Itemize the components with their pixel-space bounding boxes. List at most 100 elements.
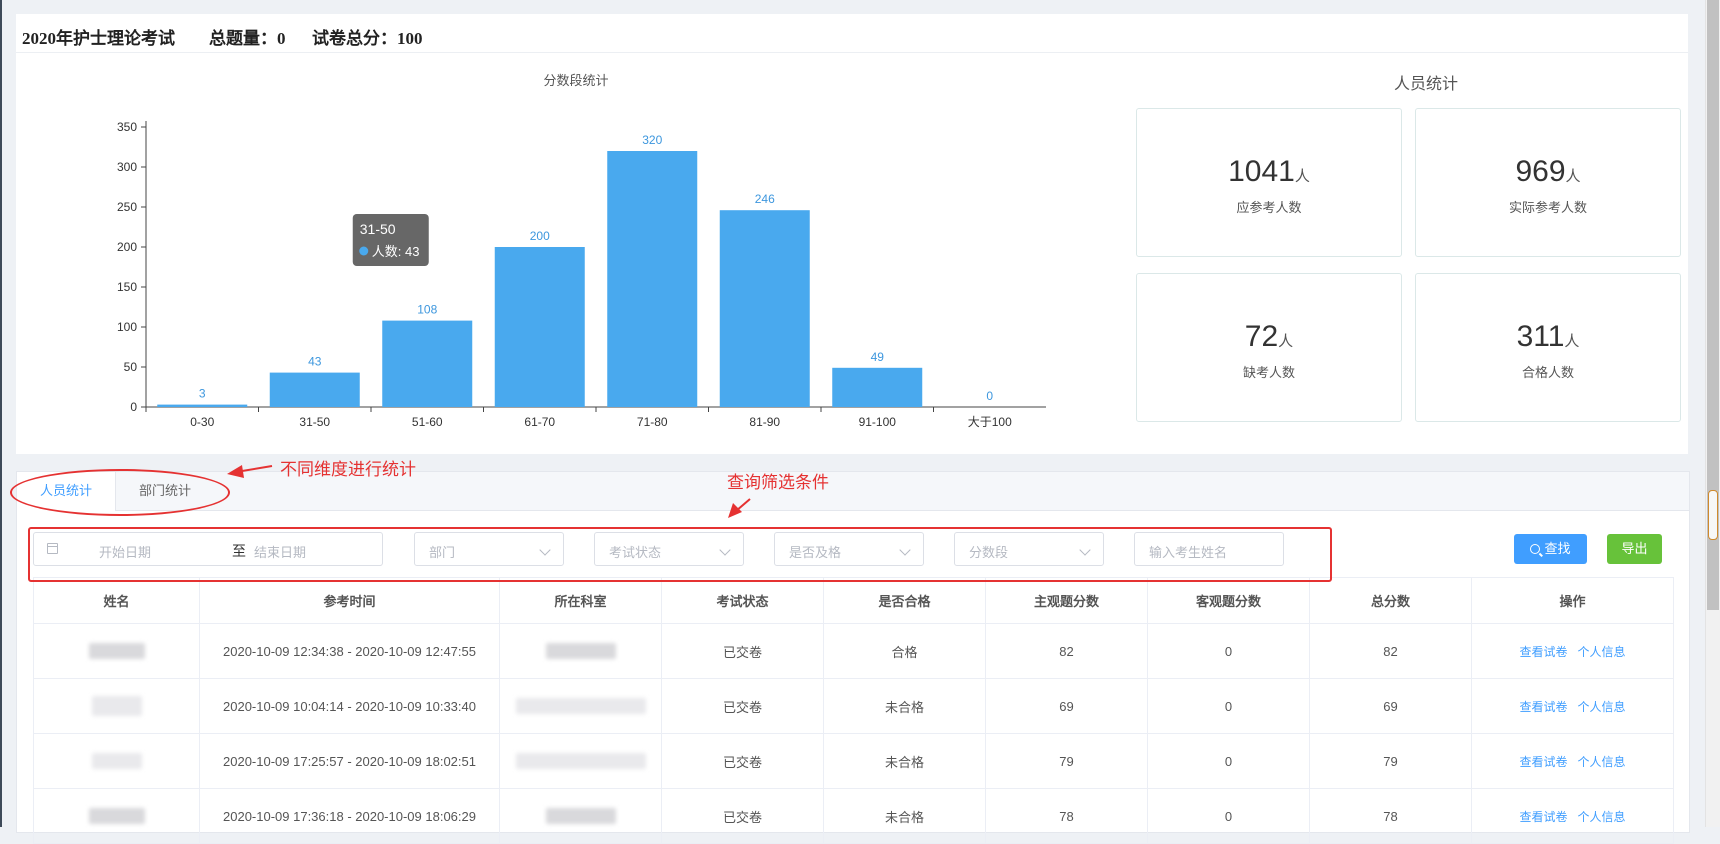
x-tick-label: 81-90 [749,415,780,429]
objective-score-cell: 0 [1147,733,1310,789]
window-left-edge [0,0,2,827]
total-questions: 总题量：0 [209,29,286,48]
redacted-name [91,753,142,770]
column-header: 操作 [1471,577,1674,624]
bar-value-label: 246 [755,192,775,206]
table-row: 2020-10-09 17:25:57 - 2020-10-09 18:02:5… [33,733,1674,789]
y-tick-label: 350 [117,120,137,134]
search-button[interactable]: 查找 [1514,534,1587,564]
pass-cell: 未合格 [823,788,986,844]
time-cell: 2020-10-09 12:34:38 - 2020-10-09 12:47:5… [199,623,500,679]
stat-label: 缺考人数 [1242,365,1295,380]
view-paper-link[interactable]: 查看试卷 [1519,810,1567,824]
name-cell [33,788,200,844]
subjective-score-cell: 69 [985,678,1148,734]
scrollbar-grip-icon[interactable] [1708,490,1718,540]
export-button[interactable]: 导出 [1607,534,1662,564]
bar [719,210,810,407]
y-tick-label: 200 [117,240,137,254]
annotation-filter-note: 查询筛选条件 [727,473,829,492]
objective-score-cell: 0 [1147,623,1310,679]
stat-card-absent: 72人 缺考人数 [1136,273,1402,422]
column-header: 客观题分数 [1147,577,1310,624]
stat-value: 311 [1516,320,1565,353]
bar [494,247,585,407]
tooltip-category: 31-50 [360,221,396,237]
personal-info-link[interactable]: 个人信息 [1578,755,1626,769]
x-tick-label: 0-30 [190,415,214,429]
column-header: 考试状态 [661,577,824,624]
actions-cell: 查看试卷 个人信息 [1471,623,1674,679]
y-tick-label: 150 [117,280,137,294]
department-cell [499,623,662,679]
redacted-name [91,696,142,716]
stat-card-expected: 1041人 应参考人数 [1136,108,1402,257]
pass-cell: 合格 [823,623,986,679]
tooltip-value: 人数: 43 [372,244,420,259]
actions-cell: 查看试卷 个人信息 [1471,678,1674,734]
bar [157,404,248,407]
column-header: 所在科室 [499,577,662,624]
personal-info-link[interactable]: 个人信息 [1578,645,1626,659]
personal-info-link[interactable]: 个人信息 [1578,810,1626,824]
x-tick-label: 91-100 [859,415,897,429]
total-score-cell: 69 [1309,678,1472,734]
detail-panel: 人员统计 部门统计 开始日期 至 结束日期 部门 考试状态 是否及格 分数段 输… [16,471,1690,844]
objective-score-cell: 0 [1147,678,1310,734]
view-paper-link[interactable]: 查看试卷 [1519,755,1567,769]
subjective-score-cell: 82 [985,623,1148,679]
bar [832,367,923,407]
table-row: 2020-10-09 17:36:18 - 2020-10-09 18:06:2… [33,788,1674,844]
status-cell: 已交卷 [661,788,824,844]
total-score-cell: 79 [1309,733,1472,789]
redacted-department [545,643,616,660]
total-score-cell: 78 [1309,788,1472,844]
stat-unit: 人 [1564,333,1580,350]
redacted-department [515,753,646,770]
redacted-department [545,808,616,825]
bar-value-label: 0 [986,389,993,403]
subjective-score-cell: 78 [985,788,1148,844]
stats-tabs: 人员统计 部门统计 [17,472,1689,511]
stats-title: 人员统计 [1393,76,1458,93]
y-tick-label: 50 [124,360,138,374]
stat-label: 实际参考人数 [1508,200,1587,215]
annotation-tabs-ellipse [10,469,230,516]
personal-info-link[interactable]: 个人信息 [1578,700,1626,714]
stat-value: 1041 [1228,155,1295,188]
y-tick-label: 250 [117,200,137,214]
chart-title: 分数段统计 [543,73,609,88]
vertical-scrollbar[interactable] [1705,0,1720,827]
stat-card-passed: 311人 合格人数 [1415,273,1681,422]
bar-value-label: 3 [199,387,206,401]
stat-label: 应参考人数 [1236,200,1302,215]
view-paper-link[interactable]: 查看试卷 [1519,700,1567,714]
redacted-name [88,643,145,660]
column-header: 参考时间 [199,577,500,624]
y-tick-label: 300 [117,160,137,174]
score-distribution-chart: 0 50 100 150 200 250 300 350 3 0-30 43 31-50 108 51-6… [117,120,1046,429]
annotation-dimension-note: 不同维度进行统计 [280,460,416,479]
name-cell [33,623,200,679]
table-row: 2020-10-09 10:04:14 - 2020-10-09 10:33:4… [33,678,1674,734]
subjective-score-cell: 79 [985,733,1148,789]
time-cell: 2020-10-09 17:36:18 - 2020-10-09 18:06:2… [199,788,500,844]
status-cell: 已交卷 [661,733,824,789]
bar-value-label: 320 [642,133,662,147]
column-header: 总分数 [1309,577,1472,624]
summary-panel: 2020年护士理论考试 总题量：0 试卷总分：100 分数段统计 0 50 100 1… [16,14,1688,454]
view-paper-link[interactable]: 查看试卷 [1519,645,1567,659]
exam-name: 2020年护士理论考试 [22,29,175,48]
stat-unit: 人 [1278,333,1294,350]
x-tick-label: 31-50 [299,415,330,429]
time-cell: 2020-10-09 10:04:14 - 2020-10-09 10:33:4… [199,678,500,734]
bar-value-label: 108 [417,303,437,317]
table-row: 2020-10-09 12:34:38 - 2020-10-09 12:47:5… [33,623,1674,679]
stat-unit: 人 [1565,168,1581,185]
status-cell: 已交卷 [661,623,824,679]
status-cell: 已交卷 [661,678,824,734]
stat-unit: 人 [1294,168,1310,185]
search-button-label: 查找 [1544,541,1571,556]
column-header: 主观题分数 [985,577,1148,624]
x-tick-label: 71-80 [637,415,668,429]
